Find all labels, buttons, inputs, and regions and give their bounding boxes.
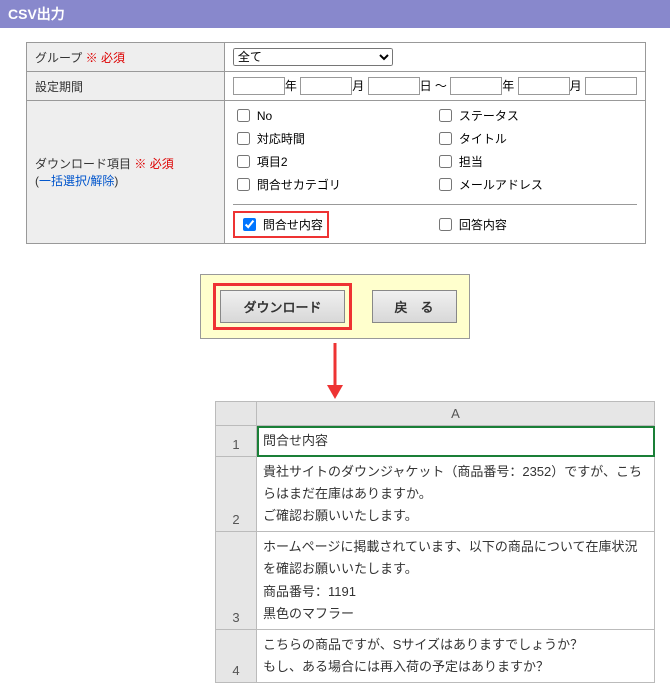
checkbox-inquiry[interactable] <box>243 218 256 231</box>
checkbox-no[interactable] <box>237 109 250 122</box>
check-no: No <box>233 106 435 125</box>
button-bar: ダウンロード 戻 る <box>0 274 670 339</box>
unit-day: 日 <box>420 79 432 93</box>
checkbox-mail[interactable] <box>439 178 452 191</box>
download-label: ダウンロード項目 ※ 必須 (一括選択/解除) <box>27 101 225 244</box>
inquiry-highlight: 問合せ内容 <box>233 211 329 238</box>
checkbox-answer[interactable] <box>439 218 452 231</box>
excel-preview: A 1 問合せ内容 2 貴社サイトのダウンジャケット（商品番号：2352）ですが… <box>215 401 655 683</box>
check-answer: 回答内容 <box>435 211 637 238</box>
excel-rowhead-2[interactable]: 2 <box>216 457 257 532</box>
excel-cell-A2[interactable]: 貴社サイトのダウンジャケット（商品番号：2352）ですが、こちらはまだ在庫はあり… <box>257 457 655 532</box>
download-label-text: ダウンロード項目 <box>35 157 131 171</box>
back-button[interactable]: 戻 る <box>372 290 457 323</box>
unit-month: 月 <box>352 79 364 93</box>
excel-corner <box>216 402 257 426</box>
unit-year2: 年 <box>502 79 514 93</box>
check-status: ステータス <box>435 106 637 125</box>
download-button[interactable]: ダウンロード <box>220 290 344 323</box>
bulk-select-link[interactable]: 一括選択/解除 <box>39 174 114 188</box>
to-month-input[interactable] <box>518 77 570 95</box>
csv-form: グループ ※ 必須 全て 設定期間 年 月 日 ～ 年 月 <box>0 28 670 250</box>
checkbox-item2[interactable] <box>237 155 250 168</box>
form-table: グループ ※ 必須 全て 設定期間 年 月 日 ～ 年 月 <box>26 42 646 244</box>
group-label: グループ ※ 必須 <box>27 43 225 72</box>
group-label-text: グループ <box>35 51 82 65</box>
excel-cell-A1[interactable]: 問合せ内容 <box>257 426 655 457</box>
checkbox-category[interactable] <box>237 178 250 191</box>
check-category: 問合せカテゴリ <box>233 175 435 194</box>
excel-rowhead-3[interactable]: 3 <box>216 532 257 629</box>
check-time: 対応時間 <box>233 129 435 148</box>
from-year-input[interactable] <box>233 77 285 95</box>
unit-month2: 月 <box>570 79 582 93</box>
arrow-down-icon <box>0 341 670 401</box>
to-day-input[interactable] <box>585 77 637 95</box>
excel-rowhead-1[interactable]: 1 <box>216 426 257 457</box>
checkbox-title[interactable] <box>439 132 452 145</box>
period-value: 年 月 日 ～ 年 月 <box>224 72 645 101</box>
page-title: CSV出力 <box>0 0 670 28</box>
excel-rowhead-4[interactable]: 4 <box>216 629 257 682</box>
group-select[interactable]: 全て <box>233 48 393 66</box>
required-mark: ※ 必須 <box>134 157 173 171</box>
excel-cell-A4[interactable]: こちらの商品ですが、Sサイズはありますでしょうか？もし、ある場合には再入荷の予定… <box>257 629 655 682</box>
check-mail: メールアドレス <box>435 175 637 194</box>
download-items: No ステータス 対応時間 タイトル 項目2 担当 問合せカテゴリ メールアドレ… <box>224 101 645 244</box>
check-assignee: 担当 <box>435 152 637 171</box>
checkbox-assignee[interactable] <box>439 155 452 168</box>
excel-cell-A3[interactable]: ホームページに掲載されています、以下の商品について在庫状況を確認お願いいたします… <box>257 532 655 629</box>
to-year-input[interactable] <box>450 77 502 95</box>
excel-col-A[interactable]: A <box>257 402 655 426</box>
required-mark: ※ 必須 <box>86 51 125 65</box>
check-item2: 項目2 <box>233 152 435 171</box>
unit-year: 年 <box>285 79 297 93</box>
download-highlight: ダウンロード <box>213 283 351 330</box>
checkbox-status[interactable] <box>439 109 452 122</box>
from-month-input[interactable] <box>300 77 352 95</box>
group-value: 全て <box>224 43 645 72</box>
check-title: タイトル <box>435 129 637 148</box>
from-day-input[interactable] <box>368 77 420 95</box>
checkbox-time[interactable] <box>237 132 250 145</box>
period-label: 設定期間 <box>27 72 225 101</box>
period-sep: ～ <box>435 79 447 93</box>
inquiry-label: 問合せ内容 <box>263 216 323 233</box>
